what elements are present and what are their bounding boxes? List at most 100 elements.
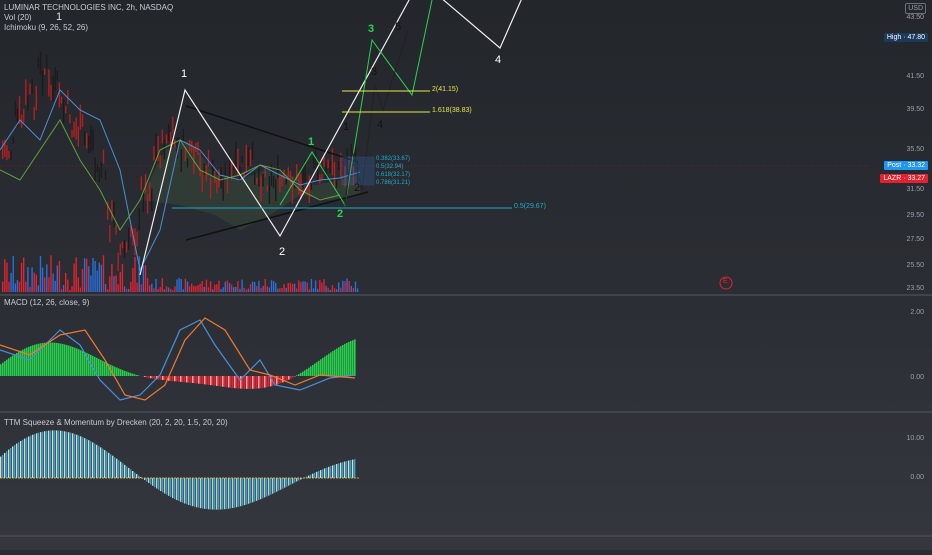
price-tick-label: 35.50: [906, 146, 924, 153]
macd-histogram-bar: [70, 346, 72, 376]
volume-bar: [336, 289, 337, 292]
macd-histogram-bar: [130, 373, 132, 376]
ttm-momentum-bar: [292, 478, 293, 484]
price-candle: [63, 99, 64, 123]
volume-bar: [170, 289, 171, 292]
macd-histogram-bar: [212, 376, 214, 385]
macd-histogram-bar: [210, 376, 212, 385]
macd-histogram-bar: [74, 348, 76, 376]
macd-histogram-bar: [118, 368, 120, 376]
volume-bar: [126, 289, 127, 292]
volume-bar: [84, 258, 85, 292]
macd-histogram-bar: [30, 346, 32, 376]
price-tick-label: 39.50: [906, 106, 924, 113]
ttm-momentum-bar: [260, 478, 261, 499]
ttm-momentum-bar: [284, 478, 285, 488]
price-candle: [181, 149, 182, 172]
ttm-momentum-bar: [240, 478, 241, 506]
price-candle: [46, 54, 47, 69]
macd-histogram-bar: [136, 375, 138, 376]
volume-bar: [340, 288, 341, 292]
price-candle: [36, 86, 37, 110]
wave-label-dark-3: 3: [371, 66, 377, 78]
price-candle: [241, 156, 242, 162]
currency-badge[interactable]: USD: [905, 3, 926, 14]
price-candle: [218, 169, 219, 187]
lazr-price-badge: LAZR · 33.27: [880, 174, 928, 183]
volume-bar: [67, 280, 68, 292]
macd-histogram-bar: [320, 359, 322, 376]
ttm-momentum-bar: [58, 431, 59, 478]
macd-histogram-bar: [244, 376, 246, 389]
macd-histogram-bar: [82, 351, 84, 376]
chart-canvas[interactable]: [0, 0, 932, 550]
volume-bar: [6, 263, 7, 292]
volume-bar: [239, 289, 240, 292]
volume-bar: [69, 290, 70, 292]
ttm-legend[interactable]: TTM Squeeze & Momentum by Drecken (20, 2…: [4, 418, 228, 427]
symbol-title[interactable]: LUMINAR TECHNOLOGIES INC, 2h, NASDAQ: [4, 3, 173, 13]
price-candle: [38, 57, 39, 68]
price-candle: [269, 176, 270, 204]
ichimoku-legend[interactable]: Ichimoku (9, 26, 52, 26): [4, 23, 173, 33]
ttm-momentum-bar: [132, 471, 133, 478]
volume-bar: [76, 257, 77, 292]
macd-histogram-bar: [314, 364, 316, 376]
ttm-momentum-bar: [170, 478, 171, 497]
ttm-momentum-bar: [190, 478, 191, 506]
price-candle: [80, 105, 81, 130]
ttm-momentum-bar: [108, 453, 109, 478]
macd-histogram-bar: [298, 374, 300, 376]
volume-bar: [225, 282, 226, 292]
macd-histogram-bar: [0, 364, 2, 376]
volume-bar: [46, 264, 47, 292]
price-candle: [90, 125, 91, 152]
volume-bar: [34, 273, 35, 292]
ttm-momentum-bar: [164, 478, 165, 494]
volume-bar: [59, 261, 60, 292]
price-candle: [78, 126, 79, 146]
wave-label-green-3: 3: [368, 23, 374, 35]
macd-histogram-bar: [332, 351, 334, 376]
macd-histogram-bar: [116, 368, 118, 376]
ttm-momentum-bar: [120, 462, 121, 478]
macd-histogram-bar: [132, 374, 134, 376]
macd-histogram-bar: [8, 358, 10, 376]
macd-histogram-bar: [282, 376, 284, 382]
macd-histogram-bar: [32, 345, 34, 376]
macd-histogram-bar: [340, 346, 342, 376]
macd-legend[interactable]: MACD (12, 26, close, 9): [4, 298, 89, 307]
volume-bar: [296, 289, 297, 292]
macd-histogram-bar: [160, 376, 162, 380]
volume-bar: [344, 281, 345, 292]
price-candle: [250, 149, 251, 165]
ttm-momentum-bar: [352, 460, 353, 478]
ttm-momentum-bar: [168, 478, 169, 496]
price-candle: [82, 114, 83, 127]
chart-stage[interactable]: LUMINAR TECHNOLOGIES INC, 2h, NASDAQ Vol…: [0, 0, 932, 550]
volume-bar: [265, 279, 266, 292]
price-candle: [319, 174, 320, 184]
ttm-momentum-bar: [158, 478, 159, 490]
volume-bar: [269, 287, 270, 292]
ttm-momentum-bar: [210, 478, 211, 509]
macd-histogram-bar: [246, 376, 248, 389]
wave-label-white-2: 2: [279, 246, 285, 258]
wave-label-dark-1: 1: [343, 121, 349, 133]
volume-bar: [105, 284, 106, 292]
macd-histogram-bar: [254, 376, 256, 389]
volume-bar: [71, 286, 72, 292]
price-candle: [162, 130, 163, 144]
ttm-momentum-bar: [148, 478, 149, 483]
ttm-momentum-bar: [318, 471, 319, 478]
volume-legend[interactable]: Vol (20): [4, 13, 173, 23]
volume-bar: [19, 282, 20, 292]
ttm-momentum-bar: [88, 440, 89, 478]
ttm-momentum-bar: [218, 478, 219, 510]
ttm-momentum-bar: [354, 459, 355, 478]
ttm-momentum-bar: [160, 478, 161, 491]
wave-label-white-1a: 1: [56, 11, 62, 23]
macd-histogram-bar: [102, 361, 104, 376]
ttm-tick-zero: 0.00: [910, 474, 924, 481]
ttm-momentum-bar: [278, 478, 279, 491]
